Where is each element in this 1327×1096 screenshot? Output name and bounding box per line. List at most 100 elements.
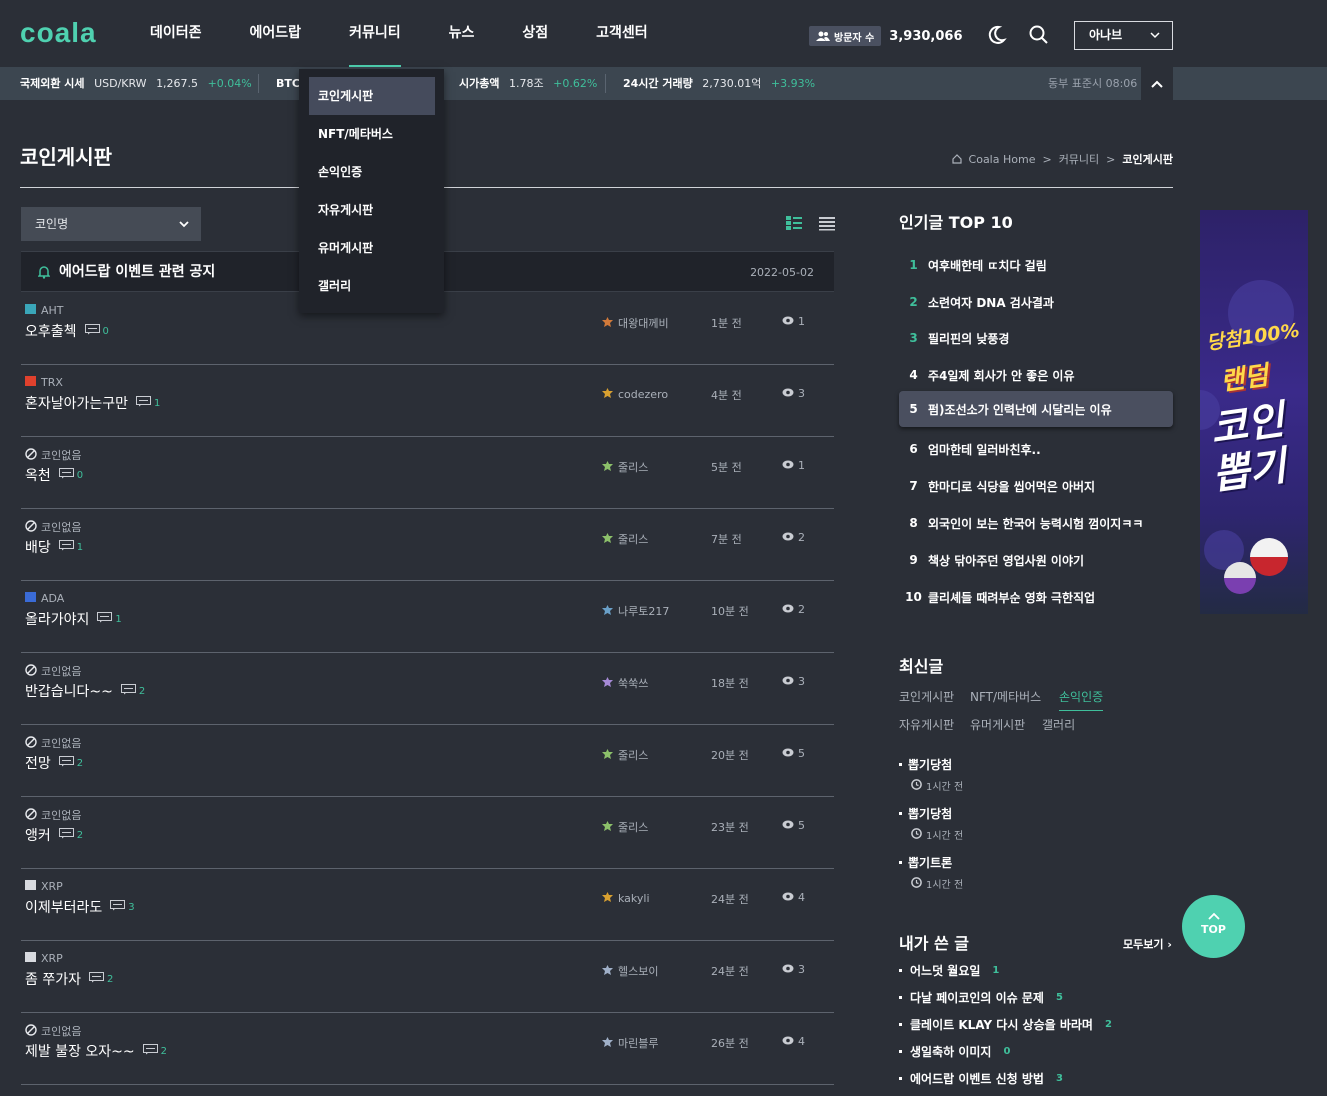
dropdown-gallery[interactable]: 갤러리 bbox=[309, 267, 435, 305]
popular-item[interactable]: 6 엄마한테 일러바친후.. bbox=[899, 431, 1173, 467]
post-row[interactable]: XRP 좀 쭈가자 2 헬스보이 24분 전 3 bbox=[21, 941, 834, 1013]
latest-item[interactable]: 뽑기당첨 1시간 전 bbox=[899, 756, 963, 793]
post-row[interactable]: 코인없음 옥천 0 줄리스 5분 전 1 bbox=[21, 437, 834, 509]
post-title[interactable]: 전망 2 bbox=[25, 753, 83, 773]
comment-count: 1 bbox=[58, 540, 83, 554]
nav-support[interactable]: 고객센터 bbox=[596, 0, 648, 67]
post-row[interactable]: TRX 혼자날아가는구만 1 codezero 4분 전 3 bbox=[21, 365, 834, 437]
dark-mode-toggle[interactable] bbox=[985, 24, 1007, 46]
latest-item[interactable]: 뽑기당첨 1시간 전 bbox=[899, 805, 963, 842]
breadcrumb-home[interactable]: Coala Home bbox=[969, 153, 1036, 166]
post-row[interactable]: 코인없음 제발 불장 오자~~ 2 마린블루 26분 전 4 bbox=[21, 1013, 834, 1085]
language-select[interactable]: 아나브 bbox=[1074, 21, 1173, 50]
post-title[interactable]: 오후출첵 0 bbox=[25, 321, 109, 341]
post-title-text[interactable]: 배당 bbox=[25, 537, 51, 557]
popular-item[interactable]: 9 책상 닦아주던 영업사원 이야기 bbox=[899, 542, 1173, 578]
latest-tab-profit-proof[interactable]: 손익인증 bbox=[1059, 688, 1104, 711]
user-level-icon bbox=[601, 460, 614, 475]
popular-item[interactable]: 8 외국인이 보는 한국어 능력시험 껌이지ㅋㅋ bbox=[899, 505, 1173, 541]
post-title-text[interactable]: 혼자날아가는구만 bbox=[25, 393, 128, 413]
post-title[interactable]: 앵커 2 bbox=[25, 825, 83, 845]
post-author[interactable]: 줄리스 bbox=[601, 819, 648, 835]
post-title[interactable]: 올라가야지 1 bbox=[25, 609, 122, 629]
post-author[interactable]: 쑥쑥쓰 bbox=[601, 675, 648, 691]
latest-item-title[interactable]: 뽑기당첨 bbox=[899, 756, 963, 773]
my-post-item[interactable]: 어느덧 월요일 1 bbox=[899, 962, 999, 979]
card-view-button[interactable] bbox=[786, 215, 802, 231]
nav-airdrop[interactable]: 에어드랍 bbox=[250, 0, 302, 67]
post-title[interactable]: 옥천 0 bbox=[25, 465, 83, 485]
post-row[interactable]: XRP 이제부터라도 3 kakyli 24분 전 4 bbox=[21, 869, 834, 941]
post-title[interactable]: 배당 1 bbox=[25, 537, 83, 557]
post-title-text[interactable]: 옥천 bbox=[25, 465, 51, 485]
user-level-icon bbox=[601, 604, 614, 619]
dropdown-humor-board[interactable]: 유머게시판 bbox=[309, 229, 435, 267]
list-view-button[interactable] bbox=[819, 215, 835, 231]
post-author[interactable]: 줄리스 bbox=[601, 459, 648, 475]
post-row[interactable]: 코인없음 앵커 2 줄리스 23분 전 5 bbox=[21, 797, 834, 869]
post-title-text[interactable]: 반갑습니다~~ bbox=[25, 681, 113, 701]
my-post-item[interactable]: 생일축하 이미지 0 bbox=[899, 1043, 1010, 1060]
popular-item[interactable]: 7 한마디로 식당을 씹어먹은 아버지 bbox=[899, 468, 1173, 504]
latest-tab-gallery[interactable]: 갤러리 bbox=[1042, 716, 1075, 733]
popular-item[interactable]: 10 클리셰들 때려부순 영화 극한직업 bbox=[899, 579, 1173, 615]
post-title-text[interactable]: 제발 불장 오자~~ bbox=[25, 1041, 135, 1061]
post-row[interactable]: 코인없음 전망 2 줄리스 20분 전 5 bbox=[21, 725, 834, 797]
post-author[interactable]: 대왕대께비 bbox=[601, 315, 669, 331]
logo[interactable]: coala bbox=[20, 17, 97, 49]
nav-shop[interactable]: 상점 bbox=[522, 0, 548, 67]
post-row[interactable]: 코인없음 배당 1 줄리스 7분 전 2 bbox=[21, 509, 834, 581]
coin-name-filter[interactable]: 코인명 bbox=[21, 207, 201, 241]
post-row[interactable]: ADA 올라가야지 1 나루토217 10분 전 2 bbox=[21, 581, 834, 653]
dropdown-free-board[interactable]: 자유게시판 bbox=[309, 191, 435, 229]
dropdown-coin-board[interactable]: 코인게시판 bbox=[309, 77, 435, 115]
nav-community[interactable]: 커뮤니티 bbox=[349, 0, 401, 67]
scroll-to-top-button[interactable]: TOP bbox=[1182, 895, 1245, 958]
popular-item[interactable]: 4 주4일제 회사가 안 좋은 이유 bbox=[899, 357, 1173, 393]
post-title[interactable]: 좀 쭈가자 2 bbox=[25, 969, 113, 989]
latest-tab-humor-board[interactable]: 유머게시판 bbox=[970, 716, 1025, 733]
post-author[interactable]: codezero bbox=[601, 387, 668, 402]
latest-item[interactable]: 뽑기트론 1시간 전 bbox=[899, 854, 963, 891]
post-title-text[interactable]: 앵커 bbox=[25, 825, 51, 845]
popular-item[interactable]: 5 펌)조선소가 인력난에 시달리는 이유 bbox=[899, 391, 1173, 427]
my-post-item[interactable]: 다날 페이코인의 이슈 문제 5 bbox=[899, 989, 1063, 1006]
latest-item-title[interactable]: 뽑기당첨 bbox=[899, 805, 963, 822]
popular-item[interactable]: 1 여후배한테 ㄸ치다 걸림 bbox=[899, 247, 1173, 283]
post-author[interactable]: 헬스보이 bbox=[601, 963, 658, 979]
popular-item[interactable]: 2 소련여자 DNA 검사결과 bbox=[899, 284, 1173, 320]
breadcrumb-community[interactable]: 커뮤니티 bbox=[1059, 151, 1099, 167]
post-title-text[interactable]: 좀 쭈가자 bbox=[25, 969, 81, 989]
dropdown-profit-proof[interactable]: 손익인증 bbox=[309, 153, 435, 191]
post-coin: 코인없음 bbox=[25, 807, 81, 823]
latest-tab-nft-metaverse[interactable]: NFT/메타버스 bbox=[970, 688, 1041, 705]
nav-news[interactable]: 뉴스 bbox=[449, 0, 475, 67]
post-row[interactable]: 코인없음 반갑습니다~~ 2 쑥쑥쓰 18분 전 3 bbox=[21, 653, 834, 725]
ticker-collapse-button[interactable] bbox=[1141, 67, 1173, 100]
post-title-text[interactable]: 이제부터라도 bbox=[25, 897, 102, 917]
post-author[interactable]: 줄리스 bbox=[601, 531, 648, 547]
chevron-down-icon bbox=[179, 207, 189, 254]
post-author[interactable]: kakyli bbox=[601, 891, 650, 906]
post-title-text[interactable]: 올라가야지 bbox=[25, 609, 89, 629]
post-title[interactable]: 제발 불장 오자~~ 2 bbox=[25, 1041, 167, 1061]
post-author[interactable]: 줄리스 bbox=[601, 747, 648, 763]
popular-item[interactable]: 3 필리핀의 낮풍경 bbox=[899, 320, 1173, 356]
post-title[interactable]: 반갑습니다~~ 2 bbox=[25, 681, 145, 701]
random-coin-ad-banner[interactable]: 당첨100% 랜덤 코인 뽑기 bbox=[1200, 210, 1308, 614]
nav-data-zone[interactable]: 데이터존 bbox=[150, 0, 202, 67]
post-author[interactable]: 나루토217 bbox=[601, 603, 669, 619]
post-title-text[interactable]: 전망 bbox=[25, 753, 51, 773]
search-button[interactable] bbox=[1028, 24, 1050, 46]
my-post-item[interactable]: 에어드랍 이벤트 신청 방법 3 bbox=[899, 1070, 1063, 1087]
dropdown-nft-metaverse[interactable]: NFT/메타버스 bbox=[309, 115, 435, 153]
post-title-text[interactable]: 오후출첵 bbox=[25, 321, 77, 341]
latest-tab-coin-board[interactable]: 코인게시판 bbox=[899, 688, 954, 705]
post-title[interactable]: 이제부터라도 3 bbox=[25, 897, 135, 917]
latest-item-title[interactable]: 뽑기트론 bbox=[899, 854, 963, 871]
view-all-link[interactable]: 모두보기 › bbox=[1123, 936, 1172, 952]
post-title[interactable]: 혼자날아가는구만 1 bbox=[25, 393, 160, 413]
my-post-item[interactable]: 클레이트 KLAY 다시 상승을 바라며 2 bbox=[899, 1016, 1112, 1033]
latest-tab-free-board[interactable]: 자유게시판 bbox=[899, 716, 954, 733]
post-author[interactable]: 마린블루 bbox=[601, 1035, 658, 1051]
